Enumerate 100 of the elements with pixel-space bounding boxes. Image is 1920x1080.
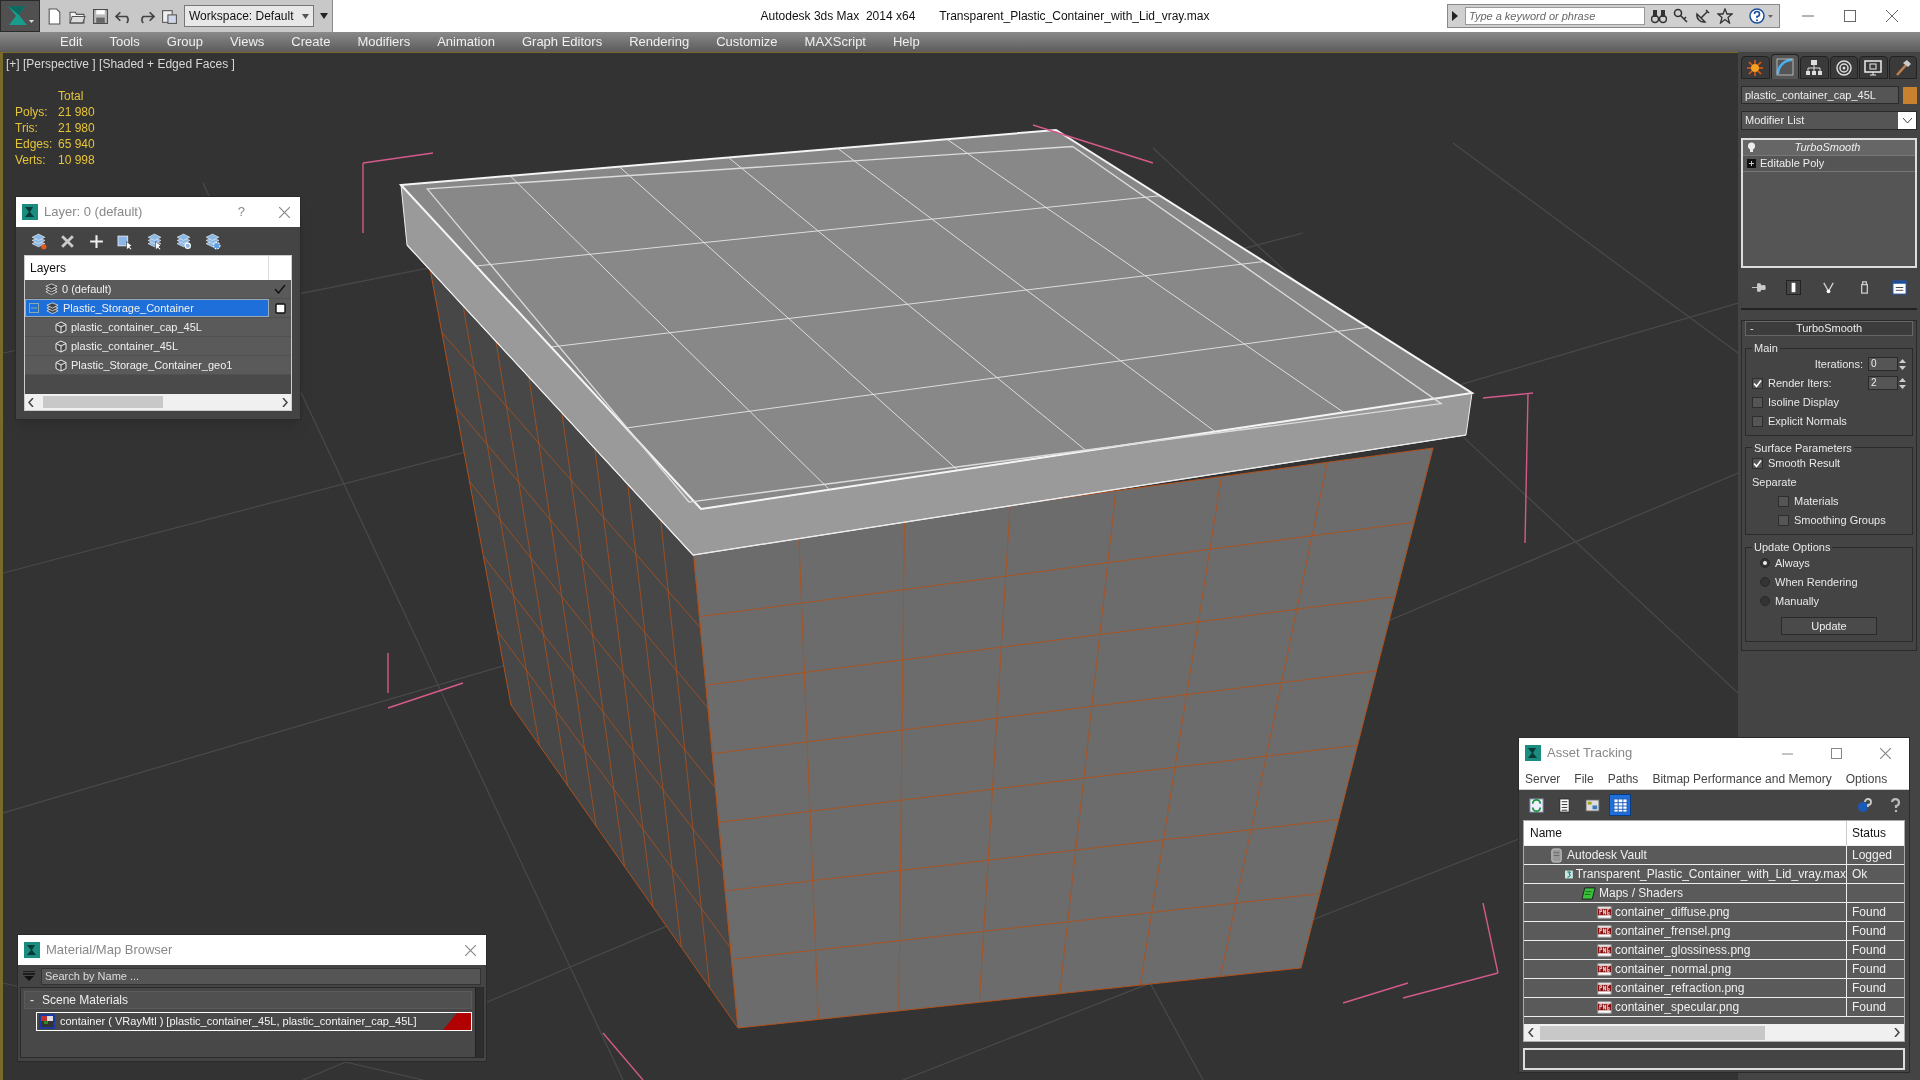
new-file-icon[interactable]	[46, 7, 63, 25]
menu-item[interactable]: Graph Editors	[521, 32, 603, 52]
vertical-scrollbar[interactable]	[475, 988, 483, 1057]
save-icon[interactable]	[92, 7, 109, 25]
online-help-icon[interactable]	[1857, 797, 1873, 813]
option-label: When Rendering	[1775, 574, 1858, 590]
scrollbar-thumb[interactable]	[43, 396, 163, 408]
rollout-header[interactable]: - TurboSmooth	[1745, 321, 1913, 336]
panel-tab[interactable]	[1800, 56, 1829, 79]
search-field[interactable]: Type a keyword or phrase	[1465, 7, 1645, 25]
group-title: Scene Materials	[42, 992, 129, 1009]
menu-item[interactable]: Paths	[1607, 769, 1639, 788]
panel-tab[interactable]	[1859, 56, 1888, 79]
viewport-label[interactable]: [+] [Perspective ] [Shaded + Edged Faces ]	[6, 55, 235, 73]
expand-triangle-icon[interactable]	[1451, 11, 1459, 21]
menu-item[interactable]: Animation	[437, 32, 495, 52]
input-field[interactable]: 0	[1868, 357, 1898, 371]
panel-tab[interactable]	[1741, 56, 1770, 79]
modifier-stack-item[interactable]: Editable Poly	[1743, 156, 1915, 172]
horizontal-scrollbar[interactable]	[1524, 1024, 1904, 1041]
checkbox[interactable]	[1752, 458, 1763, 469]
menu-item[interactable]: Tools	[109, 32, 140, 52]
plus-box-icon[interactable]	[1747, 159, 1756, 168]
maximize-icon[interactable]	[1831, 747, 1842, 759]
update-button[interactable]: Update	[1781, 616, 1877, 635]
binoculars-icon[interactable]	[1651, 8, 1667, 24]
close-icon[interactable]	[465, 944, 476, 956]
input-field[interactable]: 2	[1868, 376, 1898, 390]
material-swatch-icon	[39, 1014, 55, 1029]
menu-item[interactable]: Server	[1525, 769, 1561, 788]
modifier-list-dropdown[interactable]: Modifier List	[1741, 111, 1917, 130]
modifier-name: TurboSmooth	[1793, 140, 1862, 156]
scroll-right-icon[interactable]	[1894, 1028, 1900, 1037]
folder-icon	[1581, 885, 1596, 901]
asset-name: container_specular.png	[1615, 999, 1740, 1016]
checkbox[interactable]	[1778, 496, 1789, 507]
project-folder-icon[interactable]	[161, 7, 178, 25]
radio-button[interactable]	[1760, 558, 1770, 568]
panel-tab[interactable]	[1888, 56, 1917, 79]
close-icon[interactable]	[1886, 10, 1898, 22]
close-icon[interactable]	[1880, 747, 1891, 759]
menu-item[interactable]: MAXScript	[804, 32, 866, 52]
select-layer-icon[interactable]	[146, 232, 163, 250]
menu-item[interactable]: Views	[229, 32, 265, 52]
square-icon[interactable]	[274, 302, 286, 314]
toolbar-button[interactable]	[1609, 794, 1631, 816]
collapse-toggle[interactable]: -	[1750, 320, 1770, 337]
object-color-swatch[interactable]	[1903, 86, 1917, 104]
menu-item[interactable]: Rendering	[629, 32, 690, 52]
new-layer-icon[interactable]	[30, 232, 47, 250]
search-field[interactable]: Search by Name ...	[41, 967, 481, 985]
checkbox[interactable]	[1752, 415, 1763, 427]
column-header[interactable]: Status	[1847, 821, 1904, 845]
selected-layer-row[interactable]: Plastic_Storage_Container	[25, 299, 269, 317]
menu-item[interactable]: File	[1574, 769, 1594, 788]
menu-item[interactable]: Help	[893, 32, 920, 52]
key-icon[interactable]	[1673, 8, 1689, 24]
menu-item[interactable]: Create	[291, 32, 331, 52]
scroll-left-icon[interactable]	[1528, 1028, 1534, 1037]
help-icon[interactable]	[1749, 8, 1775, 24]
menu-item[interactable]: Customize	[716, 32, 778, 52]
object-name-field[interactable]: plastic_container_cap_45L	[1741, 86, 1899, 104]
group-header[interactable]: - Scene Materials	[24, 991, 472, 1009]
workspace-dropdown[interactable]: Workspace: Default	[184, 5, 314, 27]
menu-item[interactable]: Bitmap Performance and Memory	[1652, 769, 1832, 788]
end-result-icon[interactable]	[1786, 279, 1802, 295]
spinner-arrows-icon[interactable]	[1899, 357, 1906, 371]
asset-name: container_refraction.png	[1615, 980, 1745, 997]
asset-name: container_glossiness.png	[1615, 942, 1751, 959]
curve-icon	[1775, 58, 1794, 76]
star-icon[interactable]	[1717, 8, 1733, 24]
app-menu-button[interactable]	[0, 0, 40, 32]
light-bulb-icon[interactable]	[1747, 142, 1756, 153]
maximize-icon[interactable]	[1844, 10, 1856, 22]
panel-tab[interactable]	[1829, 56, 1858, 79]
caret-icon[interactable]	[320, 13, 328, 19]
menu-item[interactable]: Modifiers	[357, 32, 411, 52]
modifier-stack-item[interactable]: TurboSmooth	[1743, 140, 1915, 156]
add-icon[interactable]	[88, 232, 105, 250]
horizontal-scrollbar[interactable]	[25, 394, 291, 410]
scrollbar-thumb[interactable]	[1540, 1025, 1765, 1040]
radio-button[interactable]	[1760, 577, 1770, 587]
close-icon[interactable]	[279, 206, 290, 218]
menu-item[interactable]: Group	[166, 32, 203, 52]
layer-settings-icon[interactable]	[204, 232, 221, 250]
spinner-arrows-icon[interactable]	[1899, 376, 1906, 390]
checkbox[interactable]	[1778, 515, 1789, 526]
material-item[interactable]: container ( VRayMtl ) [plastic_container_45L, plastic_container_cap_45L]	[36, 1012, 472, 1031]
checkbox[interactable]	[1752, 396, 1763, 408]
help-button[interactable]: ?	[237, 202, 245, 222]
scroll-left-icon[interactable]	[28, 397, 34, 407]
scroll-right-icon[interactable]	[282, 397, 288, 407]
menu-item[interactable]: Edit	[60, 32, 83, 52]
checkbox[interactable]	[1752, 377, 1763, 389]
menu-item[interactable]: Options	[1845, 769, 1888, 788]
radio-button[interactable]	[1760, 596, 1770, 606]
panel-tab[interactable]	[1770, 54, 1799, 79]
highlight-layer-icon[interactable]	[175, 232, 192, 250]
satellite-dish-icon[interactable]	[1695, 8, 1711, 24]
configure-sets-icon[interactable]	[1891, 279, 1907, 295]
